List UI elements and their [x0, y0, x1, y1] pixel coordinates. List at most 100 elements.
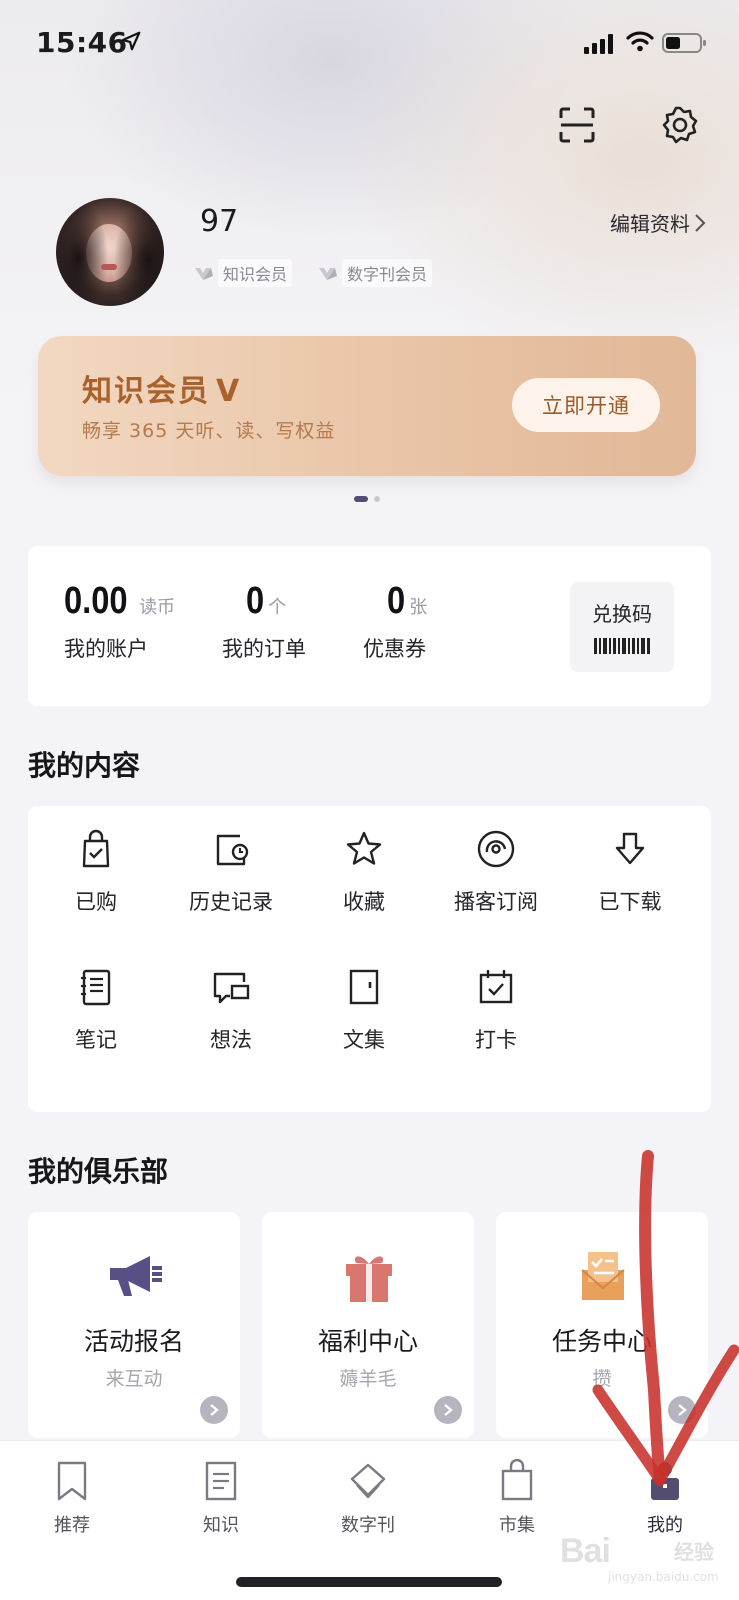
content-item-downloads[interactable]: 已下载 — [562, 806, 698, 926]
cellular-signal-icon — [584, 34, 613, 54]
edit-profile-label: 编辑资料 — [610, 212, 690, 236]
content-item-notes[interactable]: 笔记 — [28, 944, 164, 1064]
content-item-label: 已购 — [75, 890, 117, 914]
bookmark-icon — [57, 1461, 87, 1501]
content-item-label: 笔记 — [75, 1028, 117, 1052]
membership-title: 知识会员 V — [82, 374, 242, 409]
orders-label: 我的订单 — [222, 637, 306, 661]
content-item-label: 收藏 — [343, 890, 385, 914]
location-arrow-icon — [121, 31, 141, 51]
chevron-right-icon — [695, 213, 706, 232]
balance-unit: 读币 — [139, 597, 176, 618]
balance-value: 0.00 — [64, 580, 128, 622]
tab-label: 知识 — [203, 1515, 239, 1536]
coupons-value: 0 — [387, 580, 406, 622]
scan-icon — [559, 107, 595, 143]
calendar-check-icon — [479, 970, 513, 1004]
status-time: 15:46 — [36, 26, 128, 59]
carousel-dot-active — [354, 496, 368, 502]
tab-label: 推荐 — [54, 1515, 90, 1536]
my-club-title: 我的俱乐部 — [28, 1155, 169, 1188]
bag-icon — [501, 1459, 533, 1501]
v-badge-icon — [319, 268, 337, 280]
barcode-icon — [594, 638, 650, 654]
tab-knowledge[interactable]: 知识 — [171, 1459, 271, 1537]
tab-market[interactable]: 市集 — [467, 1459, 567, 1537]
activate-membership-button[interactable]: 立即开通 — [512, 378, 660, 432]
content-item-label: 历史记录 — [189, 890, 273, 914]
edit-profile-link[interactable]: 编辑资料 — [610, 208, 706, 237]
download-icon — [615, 832, 645, 865]
club-card-subtitle: 薅羊毛 — [339, 1368, 397, 1390]
chevron-right-icon — [668, 1396, 696, 1424]
redeem-code-label: 兑换码 — [592, 602, 652, 626]
history-icon — [216, 834, 249, 866]
club-card-title: 福利中心 — [317, 1327, 418, 1356]
document-icon — [205, 1461, 237, 1501]
bottom-tab-bar: 推荐 知识 数字刊 市集 我的 — [0, 1440, 739, 1600]
battery-icon — [662, 33, 706, 53]
content-item-label: 播客订阅 — [454, 890, 538, 914]
content-item-label: 打卡 — [475, 1028, 517, 1052]
membership-subtitle: 畅享 365 天听、读、写权益 — [82, 420, 336, 442]
chat-icon — [213, 972, 250, 1004]
club-card-title: 任务中心 — [551, 1327, 652, 1356]
orders-value: 0 — [246, 580, 265, 622]
club-card-benefits[interactable]: 福利中心 薅羊毛 — [262, 1212, 474, 1438]
badge-label: 知识会员 — [218, 259, 293, 287]
status-bar: 15:46 — [0, 0, 739, 88]
tab-label: 我的 — [647, 1515, 683, 1536]
tab-recommend[interactable]: 推荐 — [22, 1459, 122, 1537]
username: 97 — [200, 204, 239, 239]
megaphone-icon — [110, 1256, 162, 1296]
star-icon — [346, 831, 382, 865]
tab-mine[interactable]: 我的 — [615, 1459, 715, 1537]
knowledge-member-badge[interactable]: 知识会员 — [192, 259, 293, 287]
profile-icon — [651, 1462, 679, 1500]
notebook-icon — [81, 969, 111, 1006]
content-item-label: 想法 — [210, 1028, 252, 1052]
badge-label: 数字刊会员 — [342, 259, 433, 287]
settings-button[interactable] — [655, 100, 705, 150]
content-item-thoughts[interactable]: 想法 — [163, 944, 299, 1064]
wifi-icon — [626, 31, 654, 52]
tab-digital-magazine[interactable]: 数字刊 — [318, 1459, 418, 1537]
club-card-title: 活动报名 — [83, 1327, 184, 1356]
content-item-label: 已下载 — [598, 890, 662, 914]
scan-button[interactable] — [552, 100, 602, 150]
chevron-right-icon — [200, 1396, 228, 1424]
club-card-subtitle: 攒 — [592, 1368, 612, 1390]
orders-unit: 个 — [268, 597, 287, 618]
digital-magazine-member-badge[interactable]: 数字刊会员 — [316, 259, 433, 287]
podcast-icon — [477, 830, 515, 868]
membership-banner[interactable]: 知识会员 V 畅享 365 天听、读、写权益 立即开通 — [38, 336, 696, 476]
membership-v-mark: V — [216, 374, 242, 409]
shopping-bag-icon — [82, 829, 110, 868]
content-item-purchased[interactable]: 已购 — [28, 806, 164, 926]
gift-icon — [346, 1256, 392, 1302]
content-item-collections[interactable]: 文集 — [296, 944, 432, 1064]
my-orders-stat[interactable]: 0 个 我的订单 — [222, 580, 306, 663]
magazine-icon — [350, 1463, 386, 1499]
carousel-dot — [374, 496, 380, 502]
carousel-indicator — [354, 496, 380, 502]
my-account-stat[interactable]: 0.00 读币 我的账户 — [64, 580, 175, 663]
my-content-card: 已购 历史记录 收藏 播客订阅 已下载 笔记 想法 文集 打卡 — [28, 806, 711, 1112]
coupons-unit: 张 — [409, 597, 428, 618]
content-item-checkin[interactable]: 打卡 — [428, 944, 564, 1064]
gear-icon — [662, 106, 698, 144]
home-indicator — [236, 1577, 502, 1587]
redeem-code-button[interactable]: 兑换码 — [570, 582, 674, 672]
coupons-stat[interactable]: 0 张 优惠券 — [363, 580, 427, 663]
club-card-subtitle: 来互动 — [105, 1368, 163, 1390]
content-item-history[interactable]: 历史记录 — [163, 806, 299, 926]
club-card-events[interactable]: 活动报名 来互动 — [28, 1212, 240, 1438]
avatar[interactable] — [56, 198, 164, 306]
tab-label: 数字刊 — [341, 1515, 395, 1536]
content-item-podcasts[interactable]: 播客订阅 — [428, 806, 564, 926]
content-item-favorites[interactable]: 收藏 — [296, 806, 432, 926]
my-content-title: 我的内容 — [28, 749, 141, 782]
chevron-right-icon — [434, 1396, 462, 1424]
club-card-tasks[interactable]: 任务中心 攒 — [496, 1212, 708, 1438]
content-item-label: 文集 — [343, 1028, 385, 1052]
